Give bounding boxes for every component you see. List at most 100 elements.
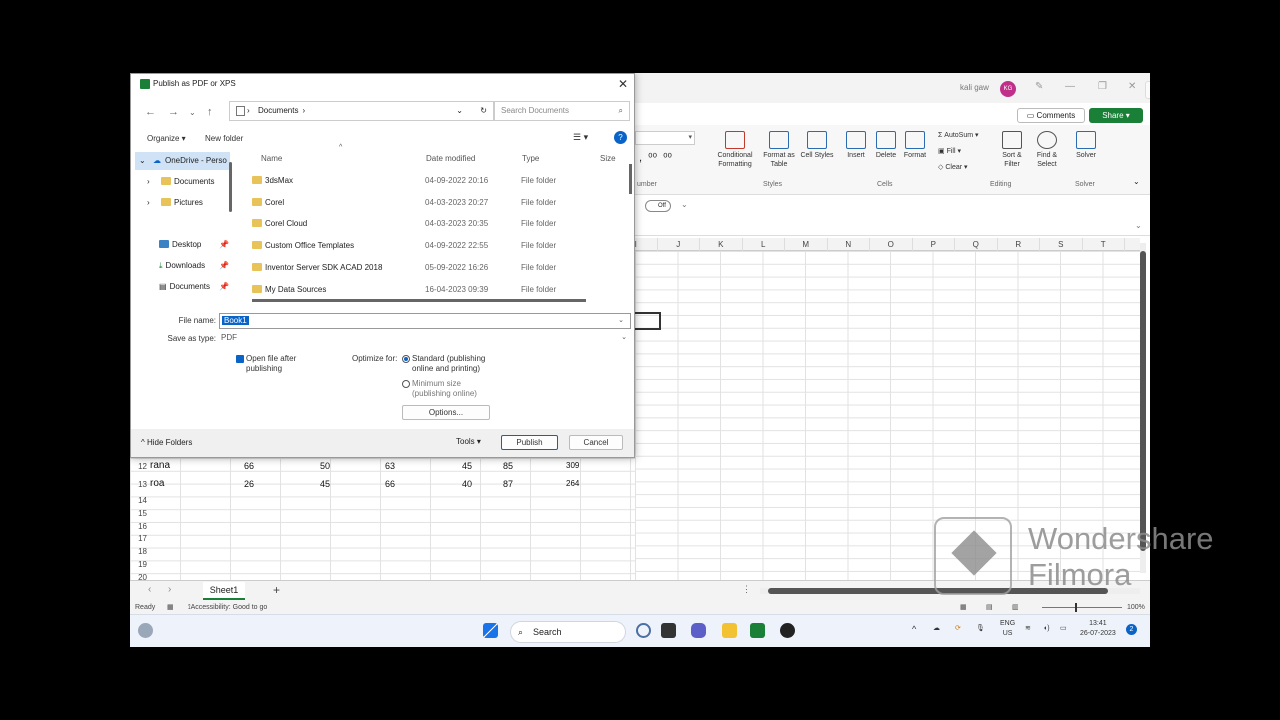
active-cell[interactable]	[635, 312, 661, 330]
column-header[interactable]: P	[913, 238, 955, 251]
number-style-icons[interactable]: , ⁰⁰ ⁰⁰	[639, 151, 672, 164]
notification-badge[interactable]: 2	[1126, 624, 1137, 635]
address-bar[interactable]: › Documents › ⌄ ↻	[229, 101, 494, 121]
table-cell[interactable]: roa	[150, 478, 164, 489]
minimum-radio[interactable]	[402, 380, 410, 388]
new-folder-button[interactable]: New folder	[205, 134, 243, 143]
row-number[interactable]: 18	[133, 547, 147, 556]
toggle-dropdown-icon[interactable]: ⌄	[681, 200, 688, 209]
sheet-tab[interactable]: Sheet1	[203, 582, 245, 600]
options-button[interactable]: Options...	[402, 405, 490, 420]
autosum-button[interactable]: Σ AutoSum ▾	[938, 131, 996, 140]
column-header[interactable]: J	[658, 238, 700, 251]
minimize-icon[interactable]: —	[1065, 81, 1075, 92]
save-as-type-select[interactable]: PDF ⌄	[219, 331, 631, 345]
table-cell[interactable]: 66	[385, 479, 395, 489]
tree-item-pictures[interactable]: › Pictures	[135, 194, 230, 212]
tree-item-desktop[interactable]: Desktop 📌	[135, 236, 230, 254]
next-sheet-icon[interactable]: ›	[168, 584, 171, 595]
address-dropdown-icon[interactable]: ⌄	[456, 102, 463, 120]
share-button[interactable]: Share ▾	[1089, 108, 1143, 123]
row-number[interactable]: 13	[133, 480, 147, 489]
file-row[interactable]: Corel 04-03-2023 20:27 File folder	[252, 192, 627, 213]
row-number[interactable]: 14	[133, 496, 147, 505]
table-cell[interactable]: 45	[462, 461, 472, 471]
cell-styles-button[interactable]: Cell Styles	[798, 131, 836, 160]
table-cell[interactable]: 40	[462, 479, 472, 489]
table-cell[interactable]: 309	[566, 461, 579, 470]
refresh-icon[interactable]: ↻	[480, 102, 487, 120]
format-button[interactable]: Format	[899, 131, 931, 160]
tree-item-documents-pinned[interactable]: ▤ Documents 📌	[135, 278, 230, 296]
back-icon[interactable]: ←	[145, 106, 156, 118]
row-number[interactable]: 19	[133, 560, 147, 569]
row-number[interactable]: 17	[133, 534, 147, 543]
column-header[interactable]: O	[870, 238, 913, 251]
column-header[interactable]: L	[743, 238, 785, 251]
open-after-checkbox[interactable]	[236, 355, 244, 363]
column-header[interactable]: K	[700, 238, 743, 251]
zoom-level[interactable]: 100%	[1127, 604, 1145, 611]
publish-button[interactable]: Publish	[501, 435, 558, 450]
battery-icon[interactable]: ▭	[1060, 624, 1067, 634]
toggle-switch[interactable]: Off	[645, 200, 671, 212]
table-cell[interactable]: 63	[385, 461, 395, 471]
table-cell[interactable]: 66	[244, 461, 254, 471]
up-icon[interactable]: ↑	[207, 106, 213, 118]
sheet-grid-left[interactable]	[130, 458, 635, 581]
expand-formula-icon[interactable]: ⌄	[1135, 221, 1142, 230]
table-cell[interactable]: 85	[503, 461, 513, 471]
start-icon[interactable]	[483, 623, 498, 638]
update-icon[interactable]: ⟳	[955, 624, 961, 634]
search-documents-input[interactable]: Search Documents ⌕	[494, 101, 630, 121]
excel-taskbar-icon[interactable]	[750, 623, 765, 638]
cancel-button[interactable]: Cancel	[569, 435, 623, 450]
solver-button[interactable]: Solver	[1071, 131, 1101, 160]
page-layout-icon[interactable]: ▤	[986, 603, 993, 611]
tree-item-documents[interactable]: › Documents	[135, 173, 230, 191]
column-header[interactable]: N	[828, 238, 870, 251]
tray-chevron-icon[interactable]: ^	[912, 624, 916, 634]
format-as-table-button[interactable]: Format as Table	[760, 131, 798, 169]
forward-icon[interactable]: →	[168, 106, 179, 118]
file-explorer-icon[interactable]	[722, 623, 737, 638]
comments-button[interactable]: ▭ Comments	[1017, 108, 1085, 123]
normal-view-icon[interactable]: ▦	[960, 603, 967, 611]
file-row[interactable]: Corel Cloud 04-03-2023 20:35 File folder	[252, 213, 627, 234]
file-row[interactable]: Inventor Server SDK ACAD 2018 05-09-2022 …	[252, 257, 627, 278]
row-number[interactable]: 12	[133, 462, 147, 471]
page-break-icon[interactable]: ▥	[1012, 603, 1019, 611]
pen-icon[interactable]: ✎	[1035, 81, 1043, 92]
row-number[interactable]: 15	[133, 509, 147, 518]
file-list-hscrollbar[interactable]	[252, 299, 586, 302]
clear-button[interactable]: ◇ Clear ▾	[938, 163, 982, 172]
view-options-icon[interactable]: ☰ ▾	[573, 132, 588, 143]
table-cell[interactable]: 50	[320, 461, 330, 471]
file-row[interactable]: 3dsMax 04-09-2022 20:16 File folder	[252, 170, 627, 191]
table-cell[interactable]: 264	[566, 479, 579, 488]
column-header[interactable]: S	[1040, 238, 1083, 251]
sheet-options-icon[interactable]: ⋮	[742, 584, 751, 595]
file-name-input[interactable]: Book1 ⌄	[219, 313, 631, 329]
weather-icon[interactable]	[138, 623, 153, 638]
column-date[interactable]: Date modified	[426, 154, 475, 163]
column-type[interactable]: Type	[522, 154, 539, 163]
insert-button[interactable]: Insert	[841, 131, 871, 160]
organize-button[interactable]: Organize ▾	[147, 134, 186, 143]
table-cell[interactable]: 45	[320, 479, 330, 489]
wifi-icon[interactable]: ≋	[1025, 624, 1031, 634]
tools-button[interactable]: Tools ▾	[456, 437, 481, 446]
zoom-slider-thumb[interactable]	[1075, 603, 1077, 612]
prev-sheet-icon[interactable]: ‹	[148, 584, 151, 595]
taskbar-search[interactable]: ⌕ Search	[510, 621, 626, 643]
table-cell[interactable]: 26	[244, 479, 254, 489]
file-row[interactable]: My Data Sources 16-04-2023 09:39 File fold…	[252, 279, 627, 300]
column-header[interactable]: Q	[955, 238, 998, 251]
volume-icon[interactable]: ◖)	[1043, 624, 1050, 634]
network-cloud-icon[interactable]: ☁	[933, 624, 940, 634]
close-icon[interactable]: ✕	[618, 77, 628, 91]
macro-icon[interactable]: ▦	[167, 603, 174, 611]
avatar[interactable]: KG	[1000, 81, 1016, 97]
excel-search-box[interactable]	[1145, 81, 1150, 99]
file-list-scrollbar[interactable]	[629, 164, 632, 194]
